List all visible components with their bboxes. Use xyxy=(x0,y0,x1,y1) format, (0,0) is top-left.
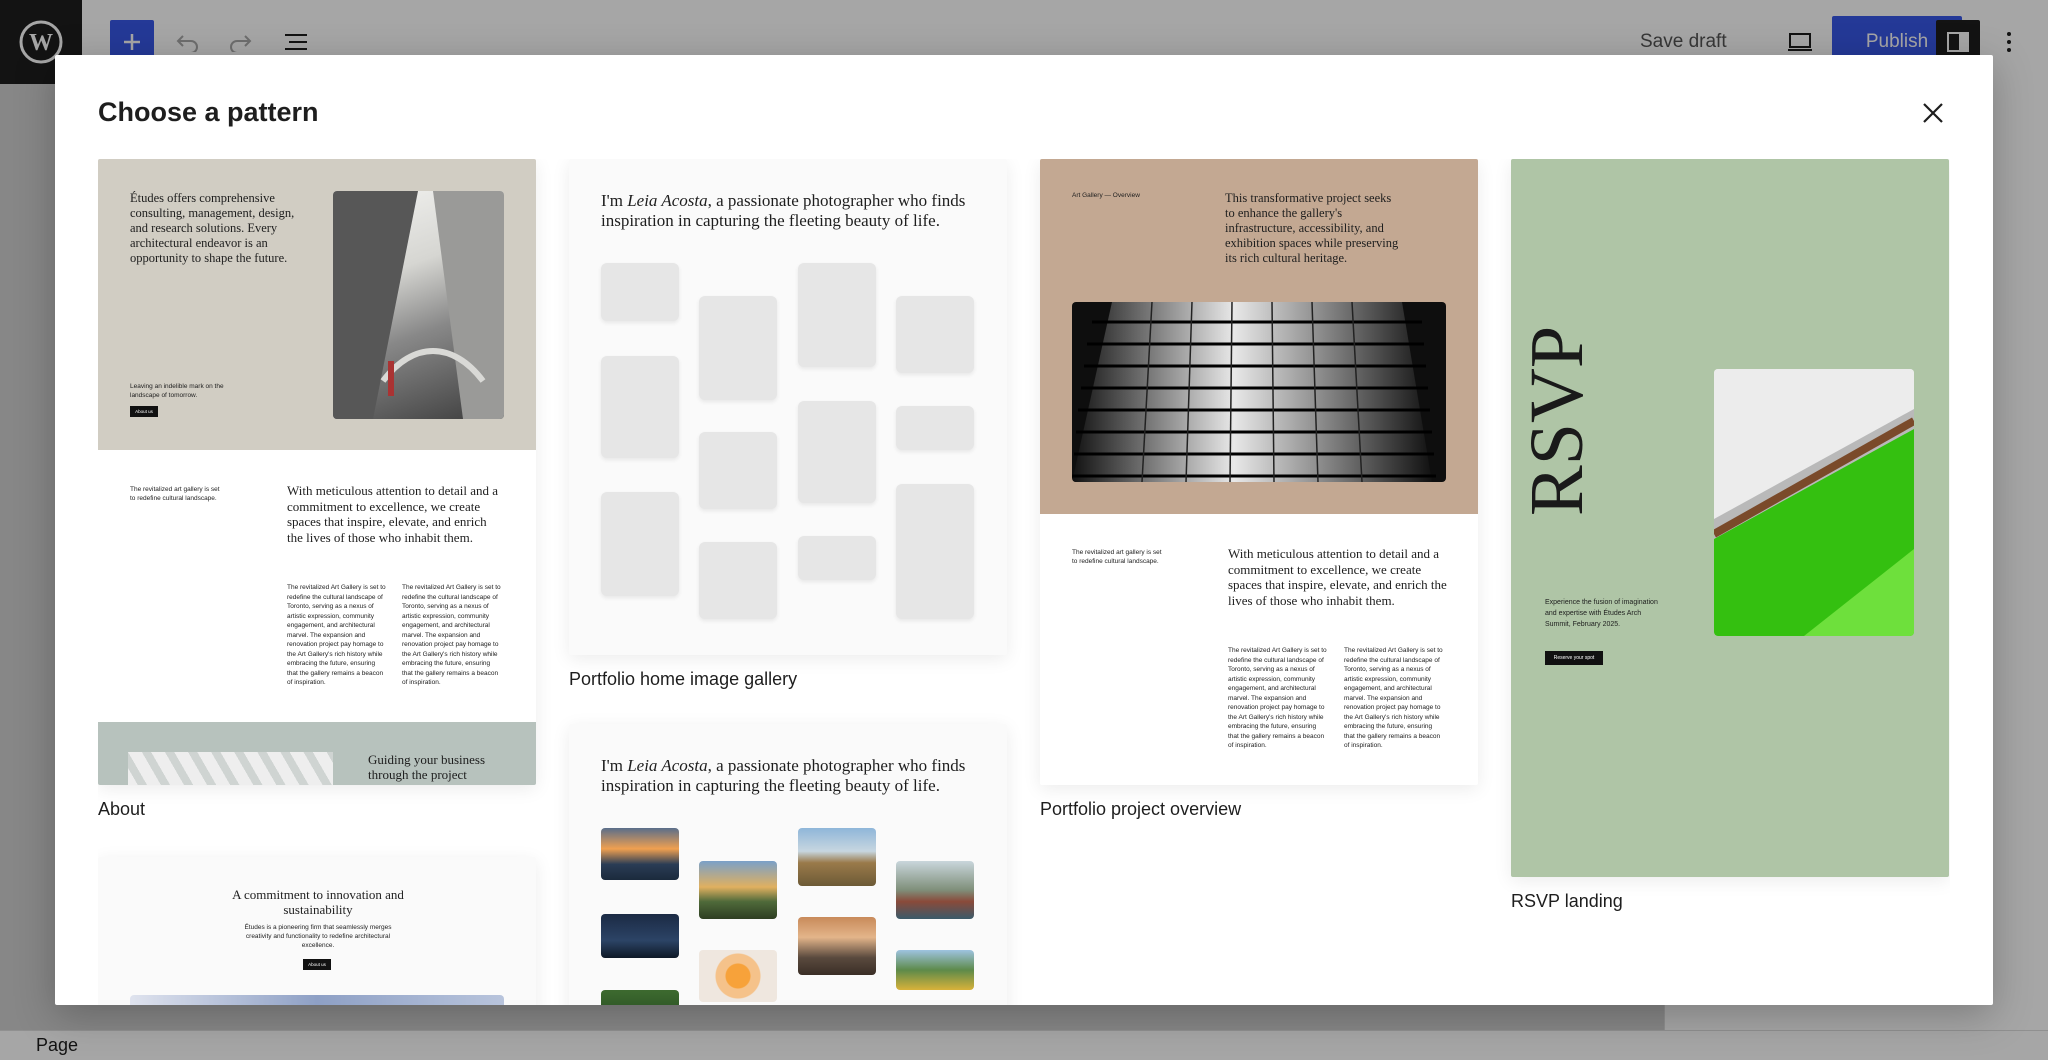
image-placeholder xyxy=(699,432,777,509)
about-small-text: Leaving an indelible mark on the landsca… xyxy=(130,383,224,399)
about-bottom-heading: Guiding your business through the projec… xyxy=(368,752,485,782)
pattern-preview-about[interactable]: Études offers comprehensive consulting, … xyxy=(98,159,536,785)
intro-name: Leia Acosta xyxy=(627,756,708,775)
rsvp-image xyxy=(1714,369,1914,636)
image-placeholder xyxy=(798,401,876,503)
photo-road xyxy=(798,828,876,886)
pattern-card-about[interactable]: Études offers comprehensive consulting, … xyxy=(98,159,536,819)
about-button: About us xyxy=(130,406,158,417)
about-column-2: The revitalized Art Gallery is set to re… xyxy=(402,584,501,686)
innovation-button: About us xyxy=(303,959,331,970)
modal-title: Choose a pattern xyxy=(98,97,319,127)
pattern-preview-portfolio-gallery[interactable]: I'm Leia Acosta, a passionate photograph… xyxy=(569,159,1007,655)
innovation-text: Études is a pioneering firm that seamles… xyxy=(244,924,392,949)
about-hero-text: Études offers comprehensive consulting, … xyxy=(130,191,295,265)
overview-column-1: The revitalized Art Gallery is set to re… xyxy=(1228,647,1327,749)
image-placeholder xyxy=(601,492,679,596)
about-heading: With meticulous attention to detail and … xyxy=(287,483,499,545)
innovation-image xyxy=(130,995,504,1005)
photo-valley xyxy=(896,950,974,990)
overview-hero-text: This transformative project seeks to enh… xyxy=(1225,191,1399,265)
pattern-preview-portfolio-photos[interactable]: I'm Leia Acosta, a passionate photograph… xyxy=(569,724,1007,1005)
overview-eyebrow: Art Gallery — Overview xyxy=(1072,192,1140,199)
pattern-caption: RSVP landing xyxy=(1511,891,1623,911)
image-placeholder xyxy=(699,296,777,400)
intro-prefix: I'm xyxy=(601,756,628,775)
photo-night-sky xyxy=(601,914,679,958)
pattern-preview-innovation[interactable]: A commitment to innovation and sustainab… xyxy=(98,857,536,1005)
pattern-card-innovation[interactable]: A commitment to innovation and sustainab… xyxy=(98,857,536,1005)
image-placeholder xyxy=(798,263,876,367)
about-side-note: The revitalized art gallery is set to re… xyxy=(130,486,220,502)
pattern-card-portfolio-gallery[interactable]: I'm Leia Acosta, a passionate photograph… xyxy=(569,159,1007,699)
photo-landscape xyxy=(699,861,777,919)
overview-heading: With meticulous attention to detail and … xyxy=(1228,546,1447,608)
photo-forest xyxy=(601,990,679,1005)
portfolio-intro: I'm Leia Acosta, a passionate photograph… xyxy=(601,756,981,796)
pattern-caption: Portfolio project overview xyxy=(1040,799,1242,819)
image-placeholder xyxy=(896,406,974,450)
pattern-modal: Choose a pattern Études offers comprehen… xyxy=(55,55,1993,1005)
pattern-card-project-overview[interactable]: Art Gallery — Overview This transformati… xyxy=(1040,159,1478,819)
pattern-grid: Études offers comprehensive consulting, … xyxy=(98,159,1950,1005)
image-placeholder xyxy=(601,263,679,321)
about-column-1: The revitalized Art Gallery is set to re… xyxy=(287,584,386,686)
photo-flower xyxy=(699,950,777,1002)
overview-building-image xyxy=(1072,302,1446,482)
pattern-caption: About xyxy=(98,799,146,819)
pattern-card-rsvp[interactable]: RSVP Experience the fusion of imaginatio… xyxy=(1511,159,1949,911)
image-placeholder xyxy=(798,536,876,580)
portfolio-intro: I'm Leia Acosta, a passionate photograph… xyxy=(601,191,981,231)
rsvp-button: Reserve your spot xyxy=(1545,651,1603,665)
image-placeholder xyxy=(601,356,679,458)
pattern-preview-project-overview[interactable]: Art Gallery — Overview This transformati… xyxy=(1040,159,1478,785)
close-icon xyxy=(1923,103,1943,123)
overview-side-note: The revitalized art gallery is set to re… xyxy=(1072,549,1162,565)
about-hero-image xyxy=(333,191,504,419)
close-button[interactable] xyxy=(1915,95,1951,131)
rsvp-big-word: RSVP xyxy=(1515,325,1599,516)
image-placeholder xyxy=(896,296,974,373)
photo-harbor xyxy=(896,861,974,919)
overview-column-2: The revitalized Art Gallery is set to re… xyxy=(1344,647,1443,749)
photo-dusk-hills xyxy=(798,917,876,975)
about-bottom-image xyxy=(128,752,333,785)
pattern-preview-rsvp[interactable]: RSVP Experience the fusion of imaginatio… xyxy=(1511,159,1949,877)
intro-prefix: I'm xyxy=(601,191,628,210)
intro-name: Leia Acosta xyxy=(627,191,708,210)
image-placeholder xyxy=(896,484,974,619)
image-placeholder xyxy=(699,542,777,619)
photo-sunset-sea xyxy=(601,828,679,880)
innovation-heading: A commitment to innovation and sustainab… xyxy=(232,887,404,917)
pattern-caption: Portfolio home image gallery xyxy=(569,669,798,689)
rsvp-text: Experience the fusion of imagination and… xyxy=(1545,599,1658,628)
pattern-card-portfolio-photos[interactable]: I'm Leia Acosta, a passionate photograph… xyxy=(569,724,1007,1005)
